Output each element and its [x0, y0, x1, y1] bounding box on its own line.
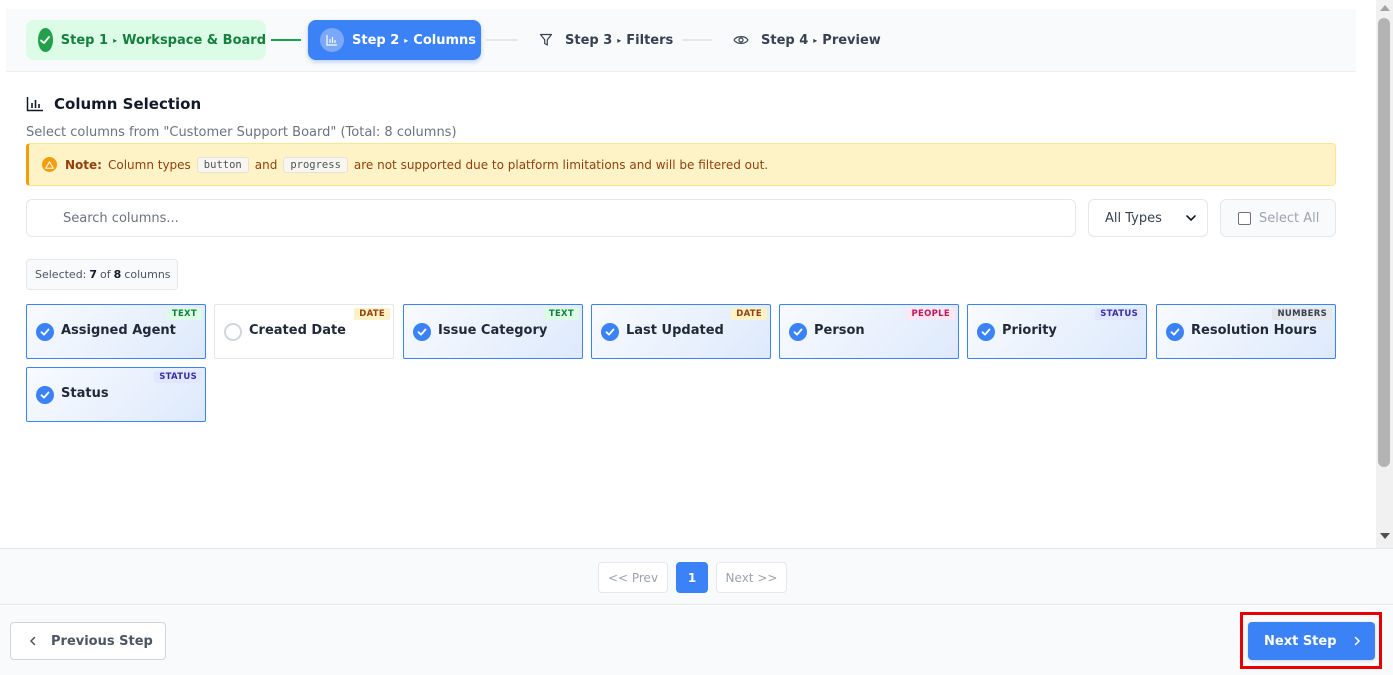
- column-card-status[interactable]: Status STATUS: [26, 367, 206, 422]
- column-name: Priority: [1002, 323, 1057, 338]
- chevron-right-icon: [1353, 636, 1361, 646]
- select-all-button[interactable]: Select All: [1220, 199, 1336, 237]
- unsupported-types-note: Note: Column types button and progress a…: [26, 143, 1336, 186]
- column-type-badge: TEXT: [166, 308, 202, 320]
- selected-number: 7: [89, 268, 98, 281]
- next-step-button[interactable]: Next Step: [1248, 622, 1375, 660]
- scroll-down-arrow-icon[interactable]: [1380, 533, 1390, 539]
- step-preview[interactable]: Step 4 ▸ Preview: [733, 20, 881, 60]
- column-card-person[interactable]: Person PEOPLE: [779, 304, 959, 359]
- column-type-badge: STATUS: [154, 371, 202, 383]
- column-type-badge: DATE: [354, 308, 390, 320]
- selected-prefix: Selected:: [35, 268, 87, 281]
- step-connector: [486, 39, 518, 41]
- step-title: Filters: [626, 32, 674, 48]
- section-subtitle: Select columns from "Customer Support Bo…: [26, 125, 457, 140]
- step-connector: [271, 39, 301, 41]
- next-step-label: Next Step: [1264, 633, 1337, 649]
- selected-suffix: columns: [124, 268, 171, 281]
- column-card-resolution-hours[interactable]: Resolution Hours NUMBERS: [1156, 304, 1336, 359]
- type-filter-select[interactable]: All Types: [1088, 199, 1208, 237]
- note-text-and: and: [254, 157, 278, 172]
- column-type-badge: STATUS: [1095, 308, 1143, 320]
- next-page-button[interactable]: Next >>: [716, 562, 787, 593]
- scroll-up-arrow-icon[interactable]: [1380, 5, 1390, 11]
- selected-count-badge: Selected: 7 of 8 columns: [26, 259, 178, 290]
- check-icon: [38, 28, 53, 52]
- step-separator: ▸: [617, 35, 622, 45]
- wizard-stepper: Step 1 ▸ Workspace & Board Step 2 ▸ Colu…: [6, 9, 1356, 72]
- select-all-checkbox[interactable]: [1238, 211, 1251, 225]
- checked-icon: [789, 323, 807, 341]
- step-connector: [682, 39, 712, 41]
- column-type-badge: NUMBERS: [1272, 308, 1332, 320]
- step-label: Step 1: [60, 32, 109, 48]
- column-name: Status: [61, 386, 109, 401]
- column-type-badge: TEXT: [543, 308, 579, 320]
- chevron-left-icon: [29, 636, 37, 646]
- step-label: Step 4: [761, 32, 809, 48]
- prev-page-button[interactable]: << Prev: [598, 562, 668, 593]
- column-type-badge: PEOPLE: [906, 308, 955, 320]
- column-name: Person: [814, 323, 865, 338]
- scroll-thumb[interactable]: [1378, 18, 1390, 467]
- checked-icon: [977, 323, 995, 341]
- column-name: Created Date: [249, 323, 346, 338]
- checked-icon: [601, 323, 619, 341]
- wizard-footer: Previous Step Next Step: [0, 606, 1393, 675]
- step-separator: ▸: [113, 35, 118, 45]
- step-separator: ▸: [404, 35, 409, 45]
- previous-step-button[interactable]: Previous Step: [10, 622, 166, 660]
- previous-step-label: Previous Step: [51, 633, 153, 649]
- bar-chart-icon: [320, 28, 344, 52]
- unchecked-icon: [224, 323, 242, 341]
- selected-of: of: [100, 268, 111, 281]
- step-label: Step 3: [565, 32, 613, 48]
- column-card-last-updated[interactable]: Last Updated DATE: [591, 304, 771, 359]
- step-separator: ▸: [813, 35, 818, 45]
- column-card-issue-category[interactable]: Issue Category TEXT: [403, 304, 583, 359]
- step-label: Step 2: [352, 32, 400, 48]
- checked-icon: [413, 323, 431, 341]
- note-text-before: Column types: [107, 157, 191, 172]
- pagination-bar: << Prev 1 Next >>: [0, 548, 1393, 605]
- column-card-created-date[interactable]: Created Date DATE: [214, 304, 394, 359]
- column-type-badge: DATE: [731, 308, 767, 320]
- section-title: Column Selection: [26, 95, 201, 113]
- step-title: Workspace & Board: [122, 32, 266, 48]
- warning-icon: [42, 157, 57, 172]
- eye-icon: [733, 34, 749, 46]
- checked-icon: [36, 386, 54, 404]
- search-input[interactable]: [26, 199, 1076, 237]
- select-all-label: Select All: [1259, 210, 1320, 226]
- step-filters[interactable]: Step 3 ▸ Filters: [539, 20, 673, 60]
- column-name: Resolution Hours: [1191, 323, 1317, 338]
- total-number: 8: [113, 268, 122, 281]
- code-type-progress: progress: [283, 156, 348, 173]
- step-workspace-board[interactable]: Step 1 ▸ Workspace & Board: [26, 20, 266, 60]
- filter-icon: [539, 33, 553, 47]
- note-label: Note:: [65, 157, 102, 172]
- column-name: Issue Category: [438, 323, 548, 338]
- bar-chart-icon: [26, 96, 44, 112]
- step-title: Columns: [413, 32, 477, 48]
- section-title-text: Column Selection: [54, 95, 202, 113]
- column-card-priority[interactable]: Priority STATUS: [967, 304, 1147, 359]
- column-card-assigned-agent[interactable]: Assigned Agent TEXT: [26, 304, 206, 359]
- step-title: Preview: [822, 32, 881, 48]
- checked-icon: [1166, 323, 1184, 341]
- vertical-scrollbar[interactable]: [1376, 0, 1393, 548]
- note-text-after: are not supported due to platform limita…: [353, 157, 769, 172]
- column-name: Last Updated: [626, 323, 724, 338]
- code-type-button: button: [196, 156, 249, 173]
- page-1-button[interactable]: 1: [676, 562, 708, 593]
- type-filter-value: All Types: [1105, 210, 1162, 226]
- checked-icon: [36, 323, 54, 341]
- column-name: Assigned Agent: [61, 323, 176, 338]
- chevron-down-icon: [1185, 212, 1197, 228]
- step-columns[interactable]: Step 2 ▸ Columns: [308, 20, 481, 60]
